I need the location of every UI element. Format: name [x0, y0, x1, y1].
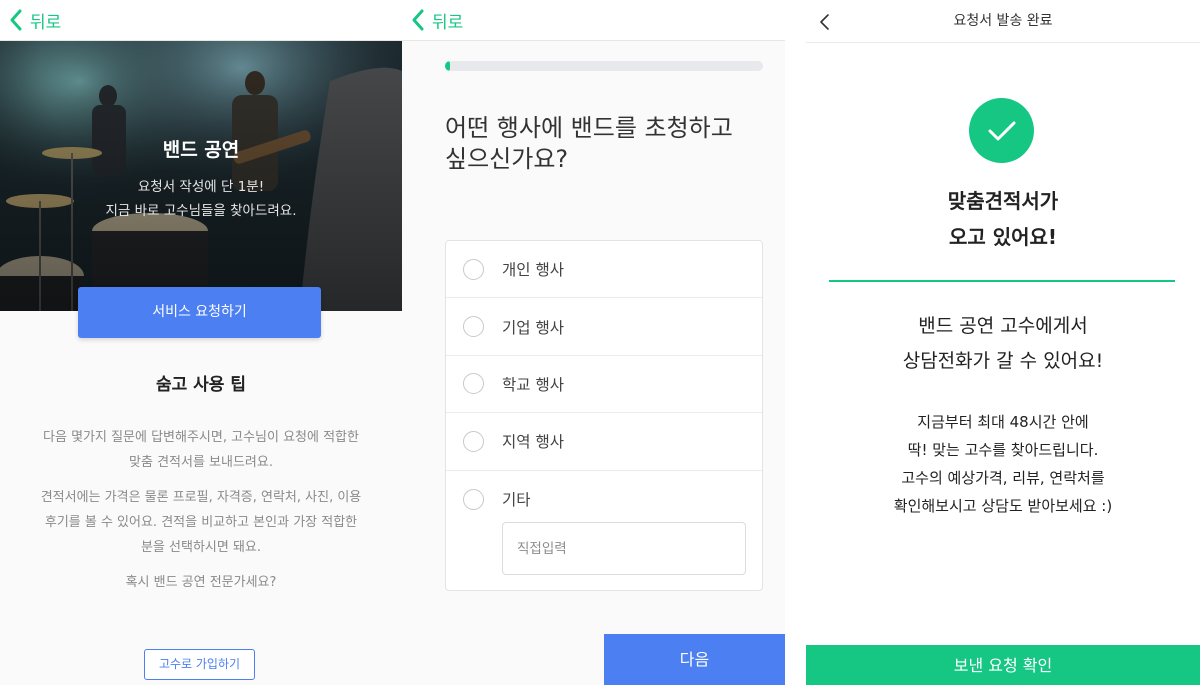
radio-empty-icon[interactable]	[463, 316, 484, 338]
question-line: 어떤 행사에 밴드를 초청하고	[445, 114, 733, 142]
tips-paragraph: 혹시 밴드 공연 전문가세요?	[16, 570, 386, 595]
done-body-line: 지금부터 최대 48시간 안에	[917, 413, 1089, 431]
option-label: 지역 행사	[502, 433, 564, 452]
tips-title: 숨고 사용 팁	[155, 375, 247, 395]
option-label: 학교 행사	[502, 375, 564, 394]
option-corporate-event[interactable]: 기업 행사	[446, 298, 762, 356]
done-title-line: 오고 있어요!	[948, 225, 1058, 249]
tips-line: 견적서에는 가격은 물론 프로필, 자격증, 연락처, 사진, 이용	[40, 490, 362, 505]
tips-line: 분을 선택하시면 돼요.	[140, 540, 262, 555]
tips-line: 후기를 볼 수 있어요. 견적을 비교하고 본인과 가장 적합한	[44, 515, 358, 530]
back-label: 뒤로	[432, 12, 464, 33]
back-button[interactable]: 뒤로	[0, 0, 402, 41]
progress-bar	[445, 61, 763, 71]
panel-gutter	[785, 0, 806, 685]
option-label: 기업 행사	[502, 318, 564, 337]
options-list: 개인 행사 기업 행사 학교 행사 지역 행사 기타	[445, 240, 763, 591]
option-other[interactable]: 기타	[446, 471, 762, 528]
header-title: 요청서 발송 완료	[953, 13, 1053, 29]
done-subtitle: 밴드 공연 고수에게서 상담전화가 갈 수 있어요!	[806, 309, 1200, 379]
hero-subtitle: 요청서 작성에 단 1분! 지금 바로 고수님들을 찾아드려요.	[0, 175, 402, 223]
hero-title: 밴드 공연	[162, 139, 240, 161]
done-subtitle-line: 밴드 공연 고수에게서	[918, 315, 1088, 337]
question-panel: 뒤로 어떤 행사에 밴드를 초청하고 싶으신가요? 개인 행사 기업 행사 학교…	[402, 0, 785, 685]
option-label: 기타	[502, 491, 531, 510]
join-as-pro-button[interactable]: 고수로 가입하기	[144, 649, 255, 680]
tips-line: 혹시 밴드 공연 전문가세요?	[125, 575, 277, 590]
done-body-line: 딱! 맞는 고수를 찾아드립니다.	[907, 441, 1099, 459]
radio-empty-icon[interactable]	[463, 430, 484, 452]
option-personal-event[interactable]: 개인 행사	[446, 241, 762, 299]
hero-subtitle-line: 요청서 작성에 단 1분!	[137, 179, 265, 195]
done-subtitle-line: 상담전화가 갈 수 있어요!	[902, 350, 1104, 372]
header-bar: 요청서 발송 완료	[806, 0, 1200, 43]
option-local-event[interactable]: 지역 행사	[446, 413, 762, 471]
done-title-line: 맞춤견적서가	[947, 189, 1059, 213]
question-line: 싶으신가요?	[445, 145, 569, 173]
check-icon	[988, 121, 1015, 140]
progress-fill	[445, 61, 450, 71]
hero-subtitle-line: 지금 바로 고수님들을 찾아드려요.	[105, 203, 297, 219]
question-title: 어떤 행사에 밴드를 초청하고 싶으신가요?	[445, 113, 775, 175]
back-button[interactable]: 뒤로	[402, 0, 785, 41]
radio-empty-icon[interactable]	[463, 258, 484, 280]
done-body-line: 고수의 예상가격, 리뷰, 연락처를	[901, 469, 1105, 487]
tips-body: 다음 몇가지 질문에 답변해주시면, 고수님이 요청에 적합한 맞춤 견적서를 …	[16, 425, 386, 605]
done-body-line: 확인해보시고 상담도 받아보세요 :)	[893, 497, 1113, 515]
tips-line: 맞춤 견적서를 보내드려요.	[129, 455, 273, 470]
done-title: 맞춤견적서가 오고 있어요!	[806, 183, 1200, 255]
option-school-event[interactable]: 학교 행사	[446, 356, 762, 414]
request-service-button[interactable]: 서비스 요청하기	[78, 287, 321, 338]
success-badge	[969, 98, 1034, 163]
done-body: 지금부터 최대 48시간 안에 딱! 맞는 고수를 찾아드립니다. 고수의 예상…	[806, 408, 1200, 520]
chevron-left-icon	[10, 9, 22, 31]
hero-banner: 밴드 공연 요청서 작성에 단 1분! 지금 바로 고수님들을 찾아드려요.	[0, 41, 402, 311]
divider	[829, 280, 1175, 282]
tips-line: 다음 몇가지 질문에 답변해주시면, 고수님이 요청에 적합한	[43, 430, 359, 445]
view-sent-requests-button[interactable]: 보낸 요청 확인	[806, 645, 1200, 685]
tips-paragraph: 견적서에는 가격은 물론 프로필, 자격증, 연락처, 사진, 이용 후기를 볼…	[16, 485, 386, 560]
chevron-left-icon	[412, 9, 424, 31]
back-label: 뒤로	[30, 12, 62, 33]
option-label: 개인 행사	[502, 261, 564, 280]
service-intro-panel: 뒤로 밴드 공연 요청서 작성에 단 1분! 지금 바로 고수님들을 찾아드려요…	[0, 0, 402, 685]
next-button[interactable]: 다음	[604, 634, 785, 685]
radio-empty-icon[interactable]	[463, 373, 484, 395]
radio-empty-icon[interactable]	[463, 488, 484, 510]
request-sent-panel: 요청서 발송 완료 맞춤견적서가 오고 있어요! 밴드 공연 고수에게서 상담전…	[806, 0, 1200, 685]
chevron-left-icon[interactable]	[818, 12, 832, 32]
tips-paragraph: 다음 몇가지 질문에 답변해주시면, 고수님이 요청에 적합한 맞춤 견적서를 …	[16, 425, 386, 475]
direct-input-field[interactable]	[502, 522, 746, 575]
